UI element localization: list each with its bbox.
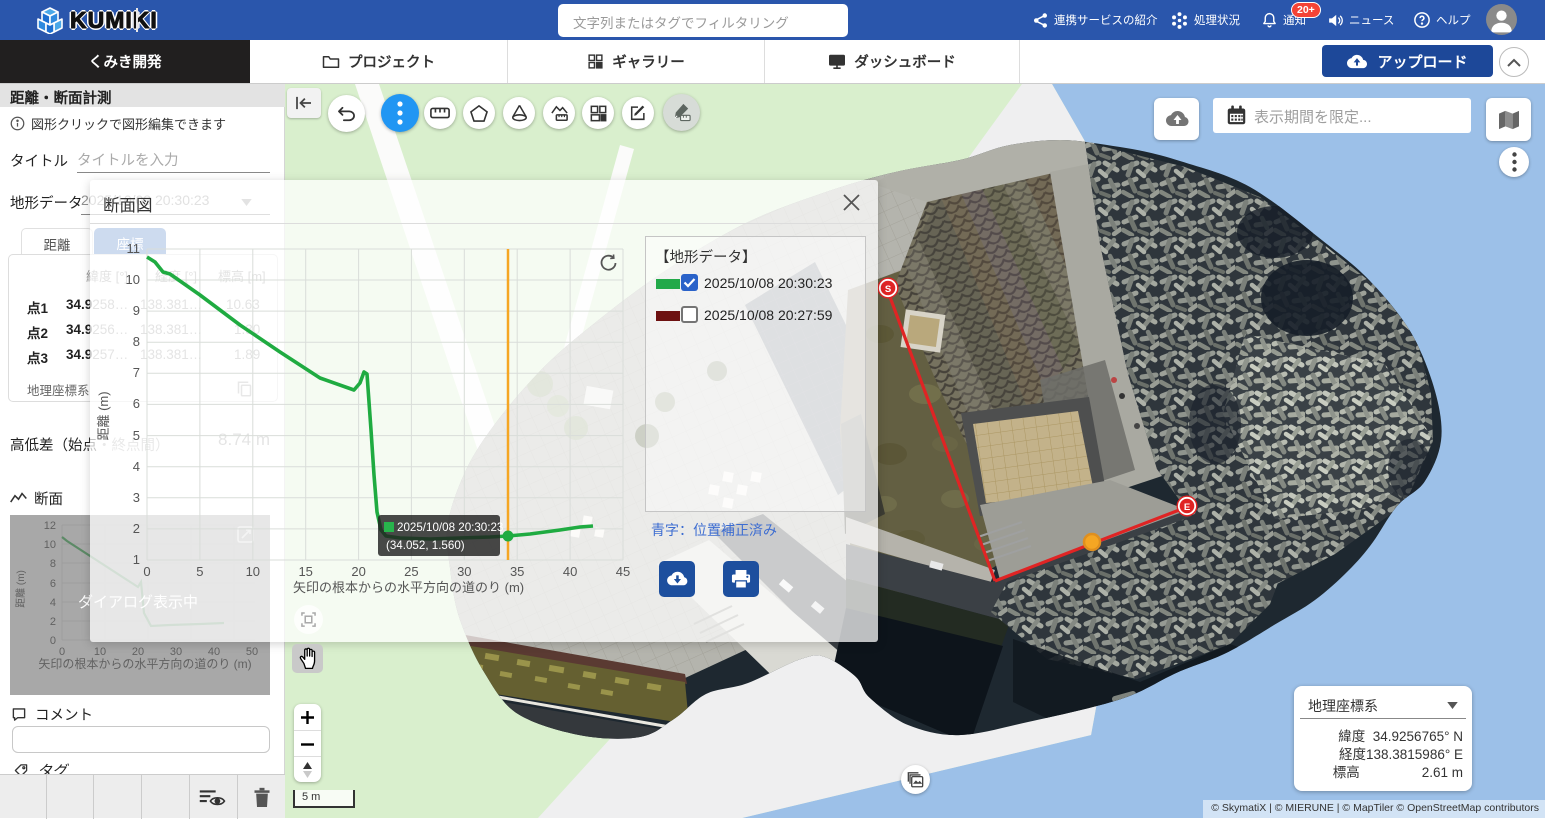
svg-text:5: 5 xyxy=(196,564,203,579)
svg-text:0: 0 xyxy=(143,564,150,579)
svg-text:5: 5 xyxy=(133,428,140,443)
svg-text:35: 35 xyxy=(510,564,524,579)
svg-text:3: 3 xyxy=(133,490,140,505)
svg-text:距離 (m): 距離 (m) xyxy=(96,391,111,440)
svg-text:4: 4 xyxy=(133,459,140,474)
svg-text:2: 2 xyxy=(133,521,140,536)
svg-text:7: 7 xyxy=(133,365,140,380)
svg-text:45: 45 xyxy=(616,564,630,579)
svg-text:S: S xyxy=(885,284,891,295)
svg-text:20: 20 xyxy=(351,564,365,579)
svg-text:(34.052, 1.560): (34.052, 1.560) xyxy=(386,539,465,552)
svg-text:2025/10/08 20:30:23: 2025/10/08 20:30:23 xyxy=(397,521,503,534)
svg-text:30: 30 xyxy=(457,564,471,579)
svg-text:10: 10 xyxy=(246,564,260,579)
svg-text:6: 6 xyxy=(133,396,140,411)
svg-text:10: 10 xyxy=(126,272,140,287)
svg-text:8: 8 xyxy=(133,334,140,349)
svg-text:11: 11 xyxy=(127,241,141,256)
svg-text:40: 40 xyxy=(563,564,577,579)
svg-text:9: 9 xyxy=(133,303,140,318)
svg-text:E: E xyxy=(1184,502,1190,513)
svg-text:15: 15 xyxy=(298,564,312,579)
svg-text:矢印の根本からの水平方向の道のり (m): 矢印の根本からの水平方向の道のり (m) xyxy=(293,580,524,595)
svg-text:1: 1 xyxy=(133,552,140,567)
svg-text:25: 25 xyxy=(404,564,418,579)
